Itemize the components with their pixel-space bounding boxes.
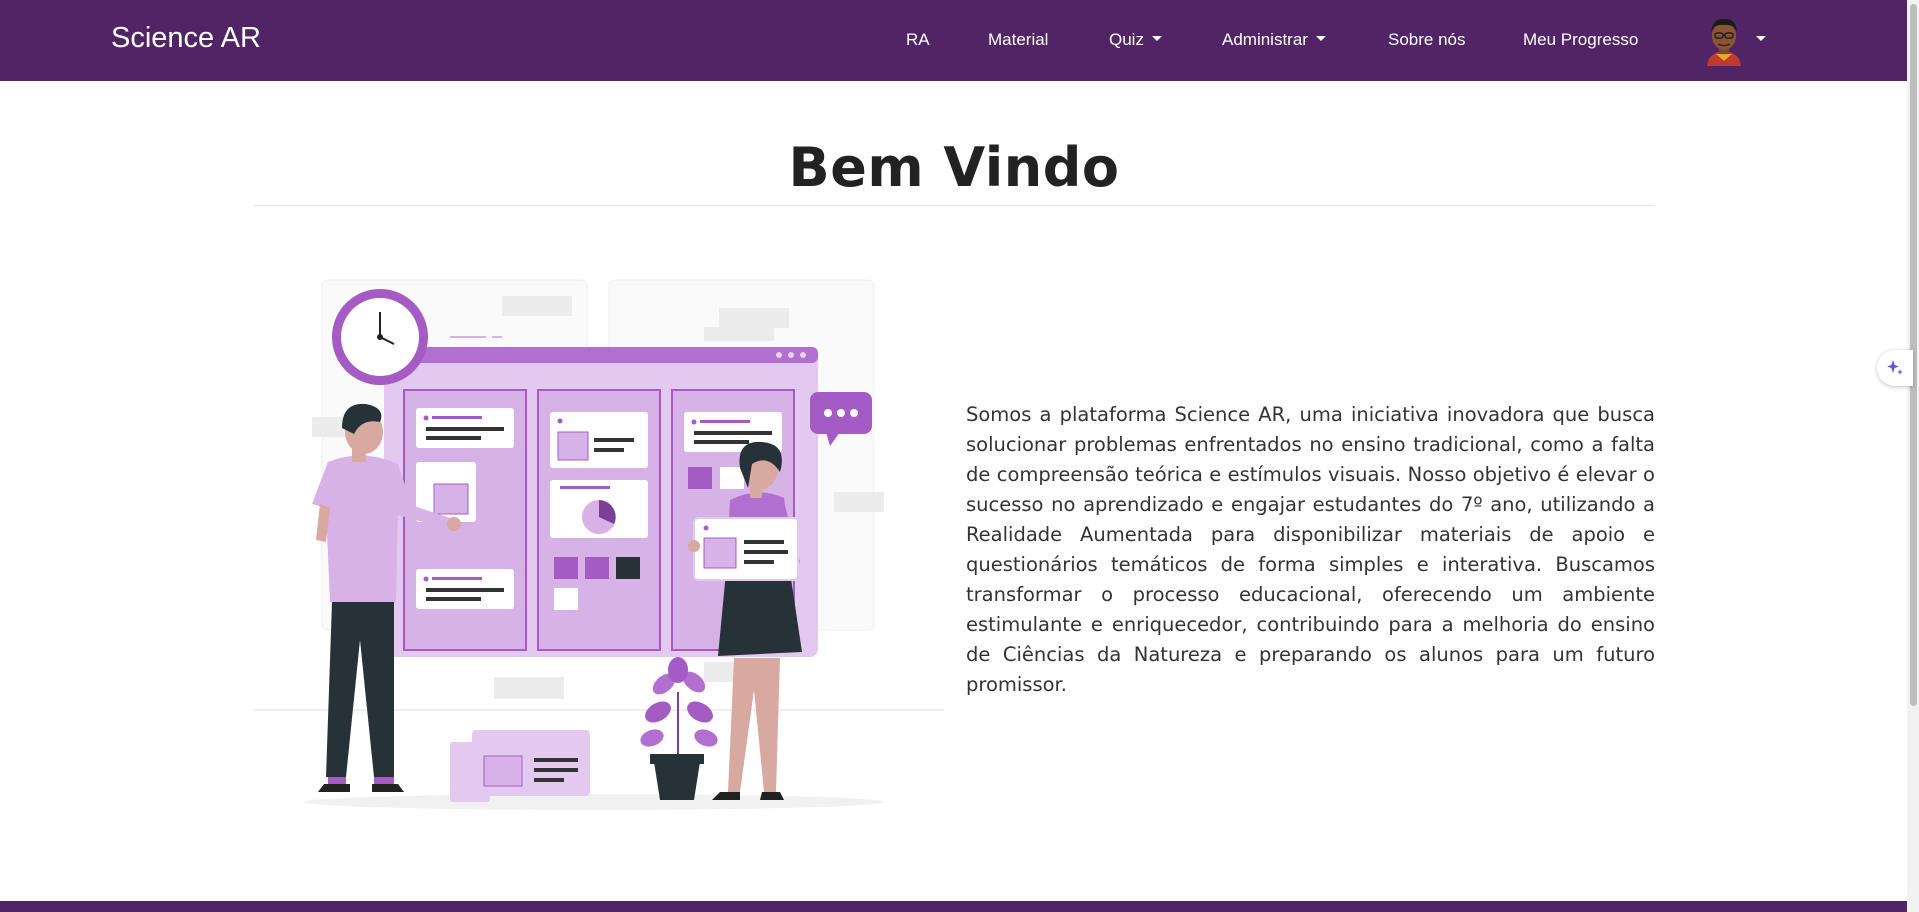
sparkle-action-button[interactable] xyxy=(1877,350,1913,386)
caret-down-icon[interactable] xyxy=(1756,36,1766,41)
page-title: Bem Vindo xyxy=(788,136,1120,199)
footer-bar xyxy=(0,901,1907,912)
user-avatar[interactable] xyxy=(1701,14,1747,66)
intro-paragraph: Somos a plataforma Science AR, uma inici… xyxy=(966,403,1655,696)
page-scrollbar[interactable] xyxy=(1907,0,1919,912)
welcome-illustration xyxy=(254,272,944,822)
nav-quiz-dropdown[interactable]: Quiz xyxy=(1109,30,1162,50)
nav-quiz-label: Quiz xyxy=(1109,30,1144,49)
caret-down-icon xyxy=(1151,36,1162,42)
caret-down-icon xyxy=(1315,36,1326,42)
nav-sobre-nos[interactable]: Sobre nós xyxy=(1388,30,1466,50)
nav-ra[interactable]: RA xyxy=(906,30,930,50)
brand-logo[interactable]: Science AR xyxy=(111,22,261,55)
sparkle-icon xyxy=(1887,360,1903,375)
title-divider xyxy=(254,205,1654,206)
top-navbar: Science AR RA Material Quiz Administrar … xyxy=(0,0,1907,81)
nav-administrar-dropdown[interactable]: Administrar xyxy=(1222,30,1326,50)
nav-administrar-label: Administrar xyxy=(1222,30,1308,49)
nav-material[interactable]: Material xyxy=(988,30,1048,50)
nav-meu-progresso[interactable]: Meu Progresso xyxy=(1523,30,1638,50)
